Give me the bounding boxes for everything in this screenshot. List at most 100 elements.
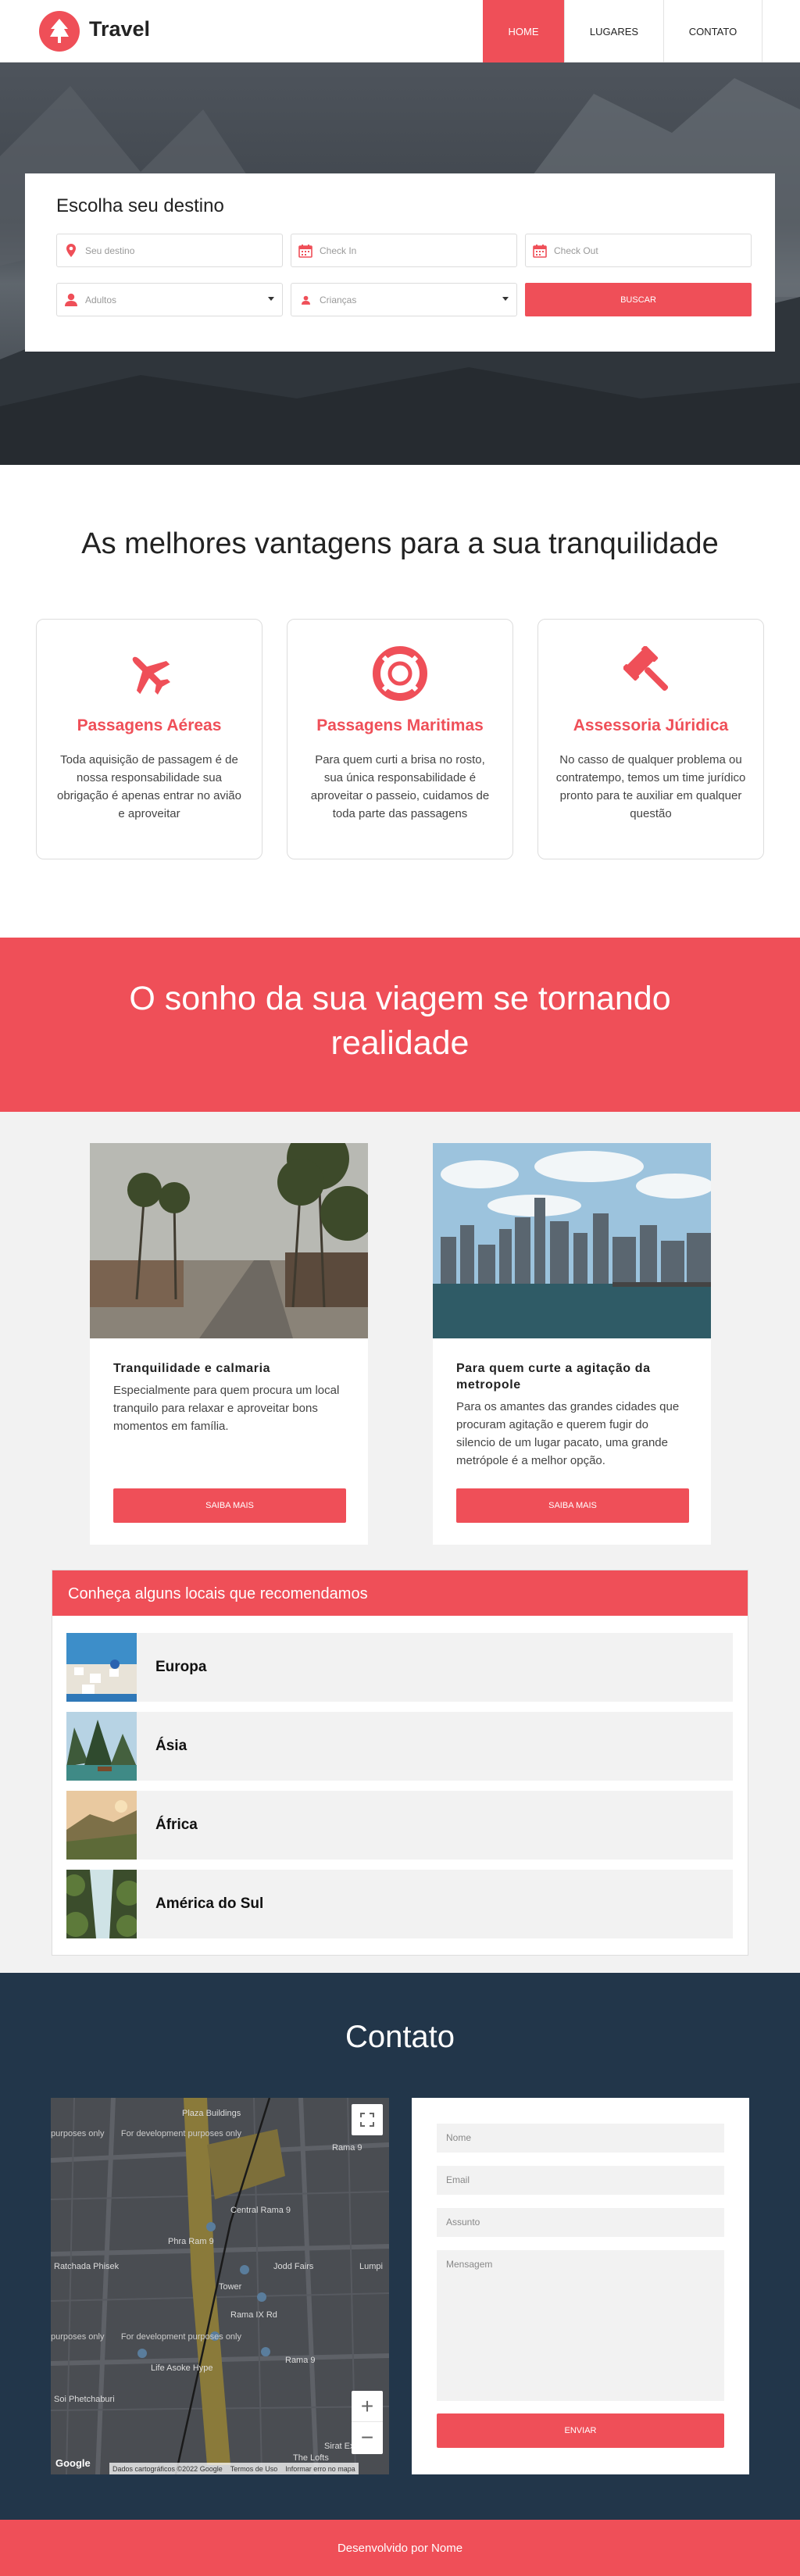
places-title: Conheça alguns locais que recomendamos: [52, 1570, 748, 1616]
advantages-title: As melhores vantagens para a sua tranqui…: [81, 527, 719, 560]
map-label: Rama 9: [285, 2356, 316, 2365]
contact-form: Nome Email Assunto Mensagem ENVIAR: [412, 2098, 749, 2474]
places-panel: Conheça alguns locais que recomendamos E…: [52, 1570, 748, 1956]
advantage-text: Para quem curti a brisa no rosto, sua ún…: [310, 753, 490, 820]
checkout-placeholder: Check Out: [554, 245, 598, 256]
place-name: África: [155, 1817, 198, 1833]
google-logo[interactable]: Google: [55, 2457, 91, 2469]
city-skyline-image: [433, 1143, 711, 1338]
header: Travel HOME LUGARES CONTATO: [0, 0, 800, 63]
zoom-in-button[interactable]: +: [352, 2391, 383, 2422]
map-label: Tower: [219, 2282, 242, 2292]
asia-thumbnail: [66, 1712, 137, 1781]
place-item[interactable]: Ásia: [66, 1712, 733, 1781]
europa-thumbnail: [66, 1633, 137, 1702]
map-label: Phra Ram 9: [168, 2237, 214, 2246]
place-name: Ásia: [155, 1738, 188, 1754]
nav-home[interactable]: HOME: [483, 0, 564, 63]
contact-section: Contato purposes only For development pu…: [0, 1973, 800, 2520]
advantage-card: Passagens Maritimas Para quem curti a br…: [287, 619, 513, 859]
search-title: Escolha seu destino: [56, 195, 224, 216]
place-item[interactable]: Europa: [66, 1633, 733, 1702]
adults-value: Adultos: [85, 294, 117, 305]
map-label: Rama 9: [332, 2143, 362, 2153]
place-name: Europa: [155, 1659, 207, 1675]
gavel-icon: [623, 646, 678, 701]
search-button[interactable]: BUSCAR: [525, 283, 752, 316]
zoom-out-button[interactable]: −: [352, 2422, 383, 2453]
advantage-title: Passagens Aéreas: [77, 716, 222, 734]
logo[interactable]: [39, 11, 80, 52]
post-text: Especialmente para quem procura um local…: [113, 1384, 340, 1433]
map-label: Soi Phetchaburi: [54, 2395, 115, 2404]
place-name: América do Sul: [155, 1895, 264, 1912]
calendar-icon: [526, 244, 554, 258]
chevron-down-icon: [502, 297, 509, 301]
place-item[interactable]: África: [66, 1791, 733, 1860]
hero-section: Escolha seu destino Seu destino Check In…: [0, 63, 800, 465]
map-marker-icon: [57, 244, 85, 257]
map-dev-watermark: purposes only For development purposes o…: [51, 2129, 241, 2138]
checkout-field[interactable]: Check Out: [525, 234, 752, 267]
map-attribution: Dados cartográficos ©2022 Google Termos …: [109, 2463, 359, 2474]
advantage-text: No casso de qualquer problema ou contrat…: [555, 753, 746, 820]
name-field[interactable]: Nome: [437, 2124, 724, 2153]
place-item[interactable]: América do Sul: [66, 1870, 733, 1938]
map-dev-watermark: purposes only For development purposes o…: [51, 2332, 241, 2342]
map-data-text[interactable]: Dados cartográficos ©2022 Google: [112, 2465, 223, 2473]
zoom-controls: + −: [352, 2391, 383, 2454]
post-title: Para quem curte a agitação da metropole: [456, 1362, 651, 1392]
message-field[interactable]: Mensagem: [437, 2250, 724, 2401]
calendar-icon: [291, 244, 320, 258]
airplane-icon: [122, 646, 177, 701]
post-text: Para os amantes das grandes cidades que …: [456, 1400, 680, 1467]
children-value: Crianças: [320, 294, 357, 305]
footer: Desenvolvido por Nome: [0, 2520, 800, 2576]
dream-banner: O sonho da sua viagem se tornando realid…: [0, 938, 800, 1112]
street-palms-image: [90, 1143, 368, 1338]
advantage-text: Toda aquisição de passagem é de nossa re…: [56, 753, 241, 820]
post-card: Tranquilidade e calmaria Especialmente p…: [90, 1143, 368, 1545]
map-label: Jodd Fairs: [273, 2262, 314, 2271]
advantage-card: Passagens Aéreas Toda aquisição de passa…: [36, 619, 262, 859]
south-america-thumbnail: [66, 1870, 137, 1938]
advantage-title: Assessoria Júridica: [573, 716, 729, 734]
checkin-field[interactable]: Check In: [291, 234, 517, 267]
lifebuoy-icon: [373, 646, 427, 701]
chevron-down-icon: [268, 297, 274, 301]
email-field[interactable]: Email: [437, 2166, 724, 2195]
nav-contato[interactable]: CONTATO: [663, 0, 762, 63]
advantage-title: Passagens Maritimas: [316, 716, 484, 734]
map-label: Life Asoke Hype: [151, 2363, 213, 2373]
child-icon: [291, 295, 320, 305]
brand-name[interactable]: Travel: [89, 17, 150, 41]
checkin-placeholder: Check In: [320, 245, 357, 256]
map-label: Ratchada Phisek: [54, 2262, 120, 2271]
read-more-button[interactable]: SAIBA MAIS: [113, 1488, 346, 1523]
adults-select[interactable]: Adultos: [56, 283, 283, 316]
post-card: Para quem curte a agitação da metropole …: [433, 1143, 711, 1545]
terms-link[interactable]: Termos de Uso: [230, 2465, 278, 2473]
send-button[interactable]: ENVIAR: [437, 2413, 724, 2448]
report-error-link[interactable]: Informar erro no mapa: [285, 2465, 355, 2473]
children-select[interactable]: Crianças: [291, 283, 517, 316]
fullscreen-button[interactable]: [352, 2104, 383, 2135]
advantage-card: Assessoria Júridica No casso de qualquer…: [538, 619, 764, 859]
contact-title: Contato: [345, 2020, 455, 2054]
post-title: Tranquilidade e calmaria: [113, 1362, 271, 1375]
destination-field[interactable]: Seu destino: [56, 234, 283, 267]
fullscreen-icon: [360, 2113, 374, 2127]
map-label: The Lofts: [293, 2453, 329, 2463]
map-label: Rama IX Rd: [230, 2310, 277, 2320]
banner-line-1: O sonho da sua viagem se tornando: [129, 980, 671, 1017]
map-label: Central Rama 9: [230, 2206, 291, 2215]
subject-field[interactable]: Assunto: [437, 2208, 724, 2237]
map[interactable]: purposes only For development purposes o…: [51, 2098, 389, 2474]
user-icon: [57, 293, 85, 306]
nav-lugares[interactable]: LUGARES: [564, 0, 663, 63]
map-label: Plaza Buildings: [182, 2109, 241, 2118]
read-more-button[interactable]: SAIBA MAIS: [456, 1488, 689, 1523]
africa-thumbnail: [66, 1791, 137, 1860]
destination-placeholder: Seu destino: [85, 245, 135, 256]
map-label: Lumpi: [359, 2262, 383, 2271]
